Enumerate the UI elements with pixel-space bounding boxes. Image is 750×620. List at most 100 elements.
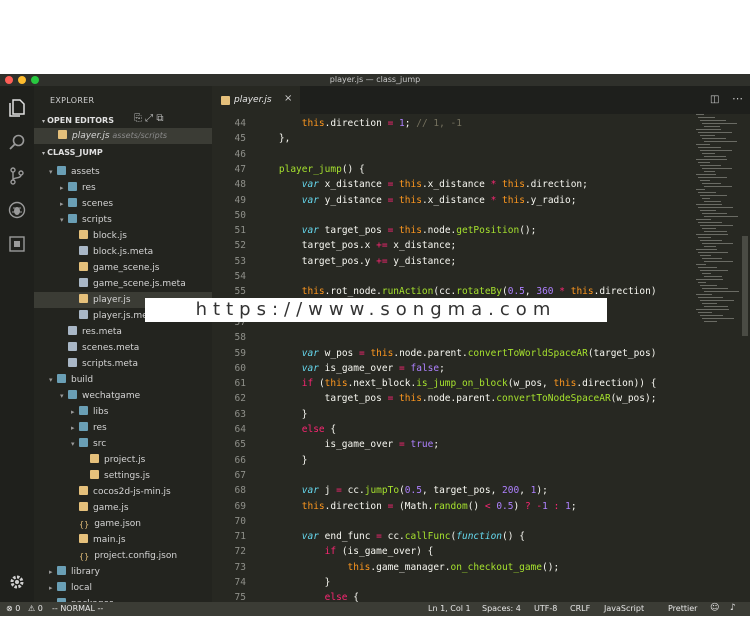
tree-item[interactable]: ▾ build [34,372,212,388]
code-line[interactable]: player_jump() { [256,164,365,175]
project-header[interactable]: ▾ CLASS_JUMP [42,148,103,157]
code-line[interactable]: target_pos = this.node.parent.convertToN… [256,393,657,404]
minimap-line [704,141,737,142]
chevron-down-icon[interactable]: ▾ [71,436,79,452]
tree-item[interactable]: res.meta [34,324,212,340]
code-line[interactable]: this.rot_node.runAction(cc.rotateBy(0.5,… [256,286,657,297]
minimap[interactable] [692,114,740,344]
formatter[interactable]: Prettier [668,604,697,613]
tab-player-js[interactable]: player.js × [212,86,300,114]
js-file-icon [79,486,88,495]
minimap-line [696,264,706,265]
tree-item[interactable]: settings.js [34,468,212,484]
tree-item-label: res [93,423,107,433]
code-line[interactable]: var w_pos = this.node.parent.convertToWo… [256,348,657,359]
chevron-right-icon[interactable]: ▸ [71,420,79,436]
chevron-right-icon[interactable]: ▸ [49,564,57,580]
smiley-feedback-icon[interactable]: ☺ [710,603,719,613]
extensions-icon[interactable] [7,234,27,254]
tree-item[interactable]: ▾ wechatgame [34,388,212,404]
code-line[interactable]: var target_pos = this.node.getPosition()… [256,225,537,236]
encoding[interactable]: UTF-8 [534,604,557,613]
tree-item[interactable]: ▾ scripts [34,212,212,228]
editor-scrollbar[interactable] [742,236,748,336]
gear-icon[interactable] [7,572,27,592]
editor-actions-icons[interactable]: ⎘ ⤢ ⧉ [134,113,164,124]
minimap-line [704,231,727,232]
code-line[interactable]: }, [256,133,290,144]
tree-item[interactable]: ▸ scenes [34,196,212,212]
tree-item[interactable]: scenes.meta [34,340,212,356]
code-line[interactable]: this.game_manager.on_checkout_game(); [256,562,560,573]
tree-item[interactable]: game_scene.js [34,260,212,276]
line-number: 52 [234,240,246,252]
files-icon[interactable] [7,98,27,118]
search-icon[interactable] [7,132,27,152]
code-line[interactable]: } [256,455,308,466]
code-line[interactable]: var x_distance = this.x_distance * this.… [256,179,588,190]
chevron-right-icon[interactable]: ▸ [71,404,79,420]
chevron-right-icon[interactable]: ▸ [60,196,68,212]
code-editor[interactable]: player.js × ◫ ⋯ 44 45 46 47 48 49 50 51 52 53 54 55… [212,86,750,602]
code-line[interactable]: else { [256,592,359,602]
language-mode[interactable]: JavaScript [604,604,644,613]
chevron-down-icon[interactable]: ▾ [49,164,57,180]
tree-item[interactable]: main.js [34,532,212,548]
tree-item[interactable]: ▸ res [34,420,212,436]
line-ending[interactable]: CRLF [570,604,590,613]
warnings-indicator[interactable]: ⚠ 0 [28,604,43,613]
tree-item[interactable]: block.js [34,228,212,244]
chevron-down-icon[interactable]: ▾ [49,372,57,388]
debug-icon[interactable] [7,200,27,220]
tree-item-label: res [82,183,96,193]
indentation[interactable]: Spaces: 4 [482,604,521,613]
code-line[interactable]: else { [256,424,336,435]
tree-item-label: game.json [94,519,141,529]
code-line[interactable]: if (this.next_block.is_jump_on_block(w_p… [256,378,657,389]
close-icon[interactable]: × [284,93,292,104]
code-line[interactable]: target_pos.y += y_distance; [256,256,456,267]
tree-item[interactable]: scripts.meta [34,356,212,372]
tree-item[interactable]: block.js.meta [34,244,212,260]
minimap-line [696,129,721,130]
tree-item[interactable]: ▾ src [34,436,212,452]
tree-item[interactable]: ▸ local [34,580,212,596]
chevron-down-icon[interactable]: ▾ [60,388,68,404]
code-line[interactable]: var is_game_over = false; [256,363,445,374]
tree-item[interactable]: {} project.config.json [34,548,212,564]
json-file-icon: {} [79,552,90,561]
notification-bell-icon[interactable]: ♪ [730,603,736,613]
split-editor-icon[interactable]: ◫ [710,94,719,105]
errors-indicator[interactable]: ⊗ 0 [6,604,20,613]
line-number: 65 [234,439,246,451]
code-line[interactable]: var end_func = cc.callFunc(function() { [256,531,525,542]
tree-item[interactable]: game.js [34,500,212,516]
tree-item[interactable]: game_scene.js.meta [34,276,212,292]
code-line[interactable]: is_game_over = true; [256,439,439,450]
tree-item[interactable]: ▸ library [34,564,212,580]
chevron-right-icon[interactable]: ▸ [60,180,68,196]
tree-item[interactable]: cocos2d-js-min.js [34,484,212,500]
code-line[interactable]: this.direction = 1; // 1, -1 [256,118,462,129]
chevron-down-icon[interactable]: ▾ [60,212,68,228]
more-actions-icon[interactable]: ⋯ [732,92,743,105]
code-line[interactable]: this.direction = (Math.random() < 0.5) ?… [256,501,577,512]
tree-item[interactable]: ▸ res [34,180,212,196]
code-line[interactable]: var j = cc.jumpTo(0.5, target_pos, 200, … [256,485,548,496]
code-line[interactable]: var y_distance = this.x_distance * this.… [256,195,577,206]
line-number: 64 [234,424,246,435]
code-line[interactable]: target_pos.x += x_distance; [256,240,456,251]
source-control-icon[interactable] [7,166,27,186]
cursor-position[interactable]: Ln 1, Col 1 [428,604,471,613]
code-line[interactable]: if (is_game_over) { [256,546,434,557]
minimap-line [704,171,715,172]
chevron-right-icon[interactable]: ▸ [49,580,57,596]
tree-item[interactable]: {} game.json [34,516,212,532]
tree-item[interactable]: ▾ assets [34,164,212,180]
open-editors-header[interactable]: ▾ OPEN EDITORS [42,116,114,125]
code-line[interactable]: } [256,409,308,420]
tree-item[interactable]: ▸ libs [34,404,212,420]
tree-item[interactable]: project.js [34,452,212,468]
open-editor-item[interactable]: player.js assets/scripts [34,128,212,144]
code-line[interactable]: } [256,577,331,588]
